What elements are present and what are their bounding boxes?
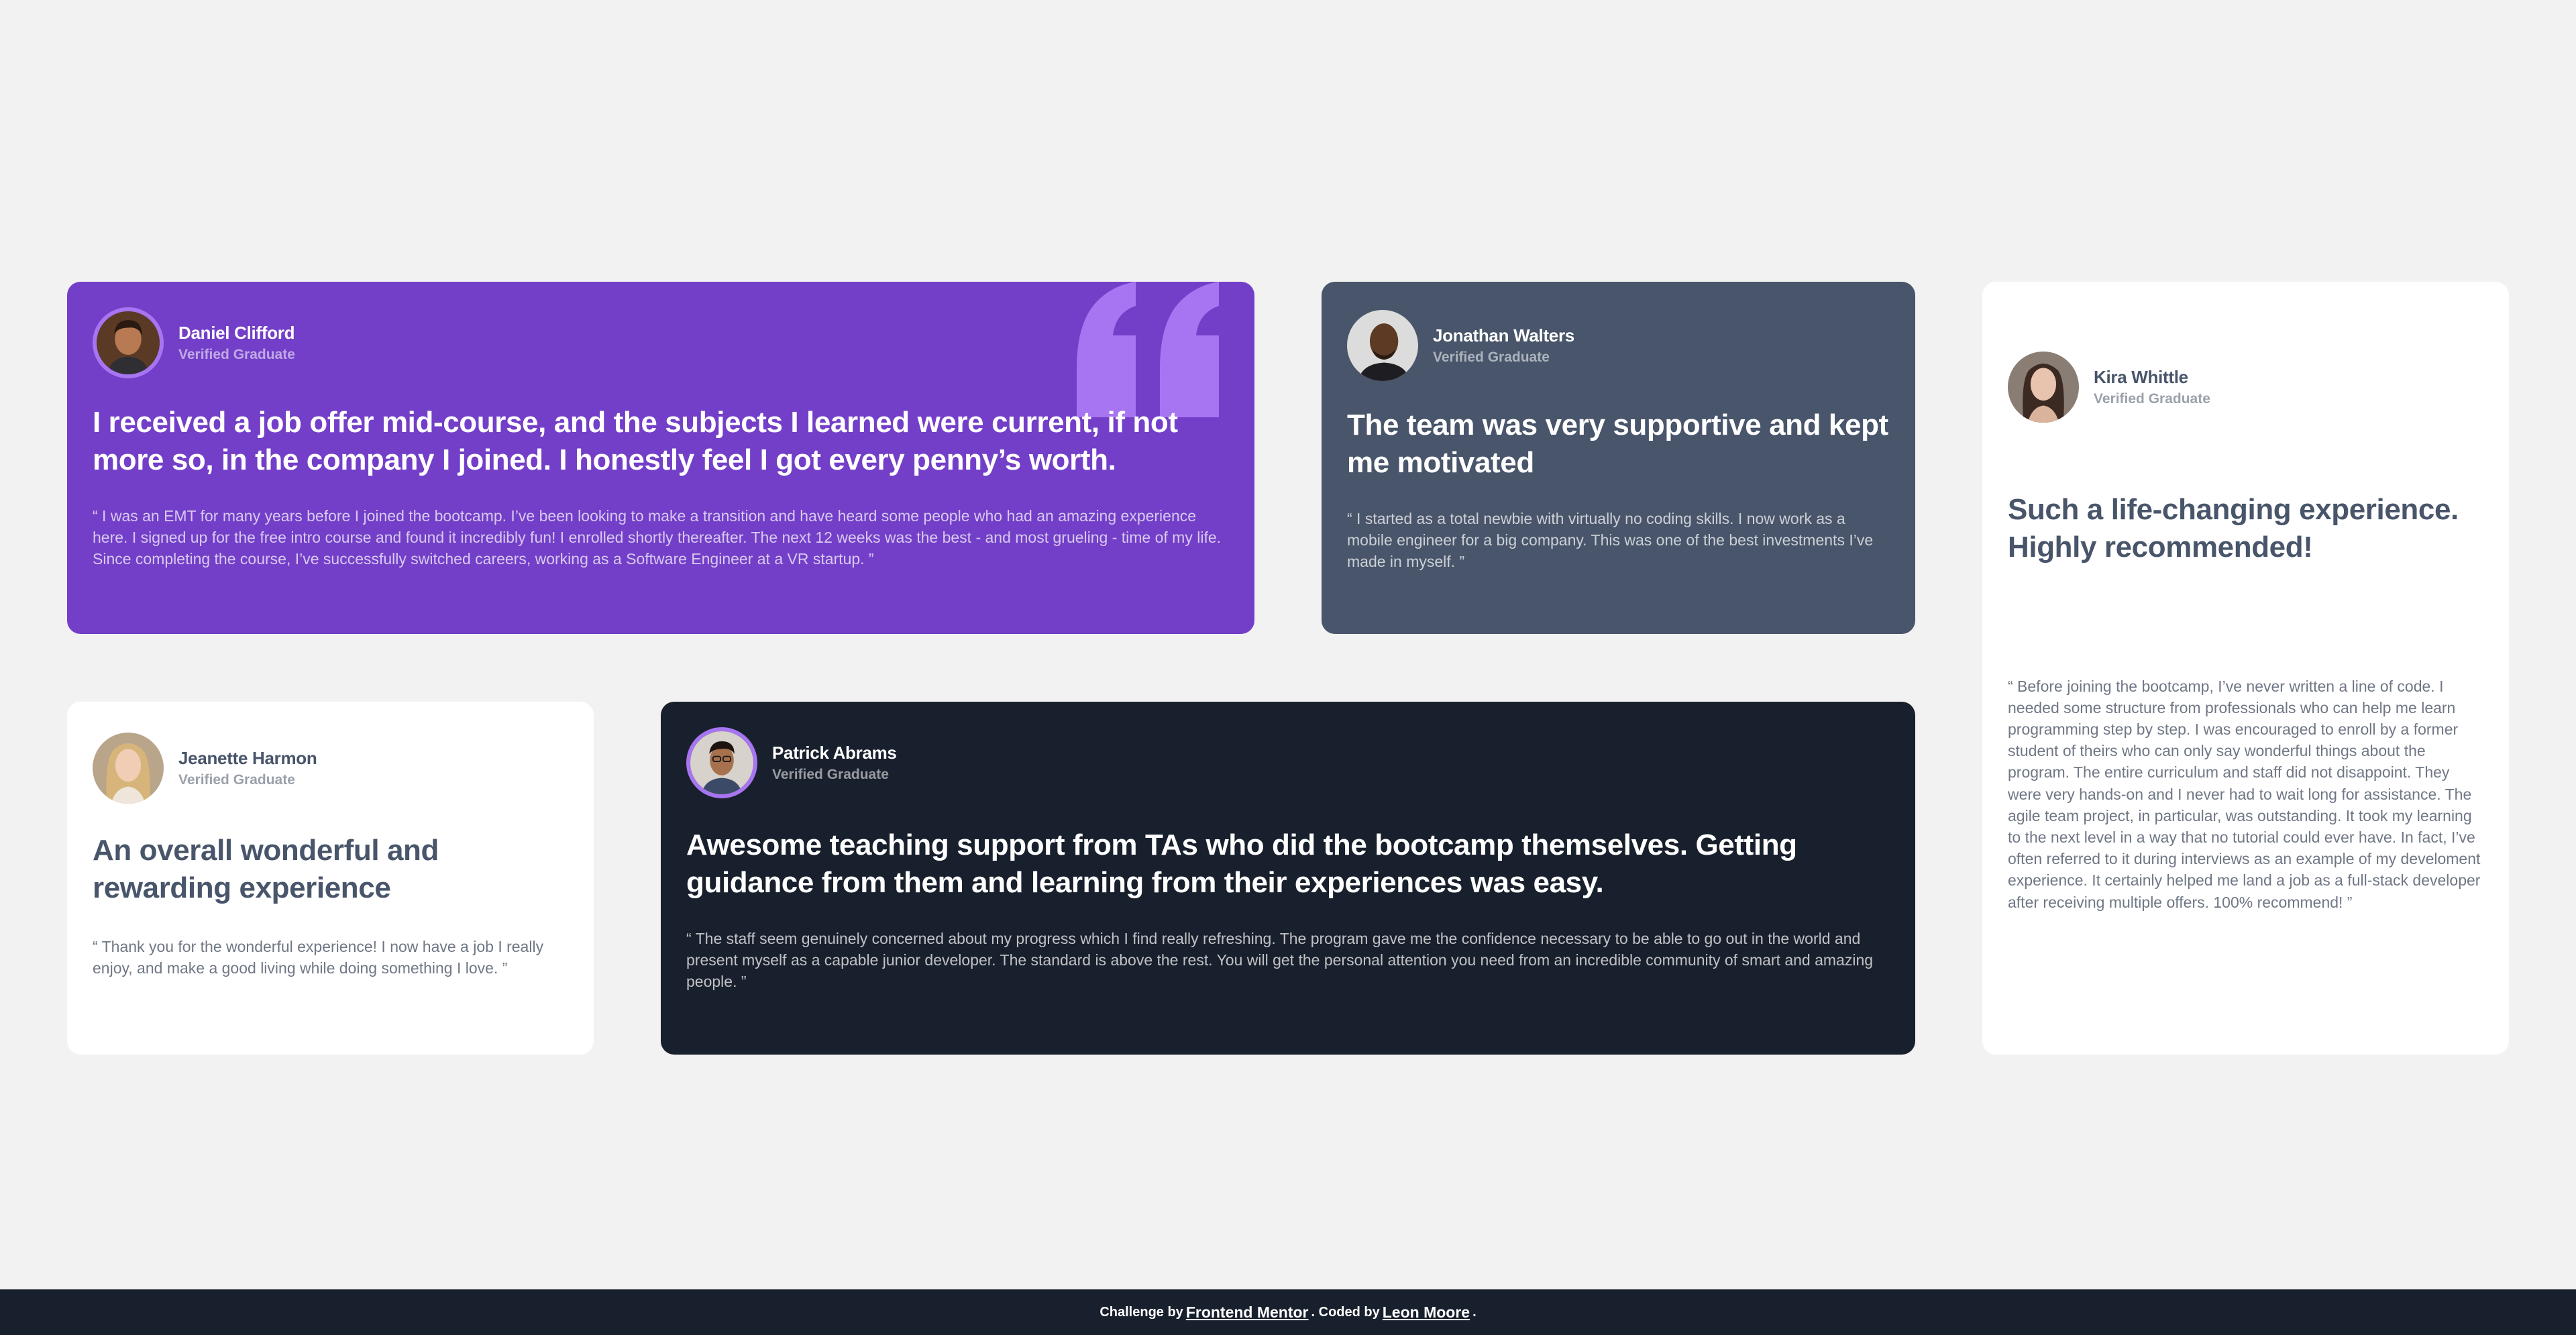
author-name: Jonathan Walters [1433, 325, 1574, 345]
testimonial-headline: Such a life-changing experience. Highly … [2008, 493, 2459, 564]
author-name: Jeanette Harmon [178, 748, 317, 768]
attribution-middle: . Coded by [1311, 1304, 1380, 1320]
avatar-jonathan-icon [1347, 310, 1418, 381]
author-info: Daniel Clifford Verified Graduate [178, 323, 295, 363]
testimonial-card-daniel: Daniel Clifford Verified Graduate I rece… [67, 282, 1254, 634]
avatar-daniel-icon [93, 307, 164, 378]
testimonial-headline: The team was very supportive and kept me… [1347, 409, 1888, 480]
author-role: Verified Graduate [178, 772, 295, 788]
author-role: Verified Graduate [2094, 391, 2210, 407]
author-link[interactable]: Leon Moore [1383, 1303, 1470, 1322]
author-info: Patrick Abrams Verified Graduate [772, 743, 897, 783]
card-header: Daniel Clifford Verified Graduate [93, 307, 1229, 378]
attribution-suffix: . [1472, 1304, 1477, 1320]
card-header: Jeanette Harmon Verified Graduate [93, 733, 568, 804]
author-name: Daniel Clifford [178, 323, 295, 343]
avatar-jeanette-icon [93, 733, 164, 804]
testimonial-quote: “ I was an EMT for many years before I j… [93, 506, 1222, 568]
testimonial-card-jeanette: Jeanette Harmon Verified Graduate An ove… [67, 702, 594, 1055]
testimonial-quote: “ Before joining the bootcamp, I’ve neve… [2008, 677, 2481, 911]
author-role: Verified Graduate [772, 767, 889, 782]
testimonial-card-patrick: Patrick Abrams Verified Graduate Awesome… [661, 702, 1915, 1055]
testimonial-card-kira: Kira Whittle Verified Graduate Such a li… [1982, 282, 2509, 1055]
author-role: Verified Graduate [1433, 350, 1550, 365]
attribution-prefix: Challenge by [1099, 1304, 1183, 1320]
author-name: Kira Whittle [2094, 367, 2188, 387]
author-info: Jonathan Walters Verified Graduate [1433, 325, 1574, 366]
card-header: Jonathan Walters Verified Graduate [1347, 310, 1890, 381]
attribution-footer: Challenge by Frontend Mentor . Coded by … [0, 1289, 2576, 1335]
author-info: Kira Whittle Verified Graduate [2094, 367, 2210, 407]
testimonial-quote: “ Thank you for the wonderful experience… [93, 937, 544, 977]
card-header: Kira Whittle Verified Graduate [2008, 352, 2483, 423]
card-header: Patrick Abrams Verified Graduate [686, 727, 1890, 798]
testimonial-headline: Awesome teaching support from TAs who di… [686, 829, 1797, 900]
avatar-patrick-icon [686, 727, 757, 798]
testimonial-headline: An overall wonderful and rewarding exper… [93, 834, 439, 905]
testimonial-card-jonathan: Jonathan Walters Verified Graduate The t… [1322, 282, 1915, 634]
author-info: Jeanette Harmon Verified Graduate [178, 748, 317, 788]
testimonial-headline: I received a job offer mid-course, and t… [93, 406, 1178, 477]
author-name: Patrick Abrams [772, 743, 897, 763]
testimonial-quote: “ I started as a total newbie with virtu… [1347, 509, 1874, 570]
testimonial-quote: “ The staff seem genuinely concerned abo… [686, 929, 1874, 990]
frontend-mentor-link[interactable]: Frontend Mentor [1186, 1303, 1309, 1322]
avatar-kira-icon [2008, 352, 2079, 423]
author-role: Verified Graduate [178, 347, 295, 362]
